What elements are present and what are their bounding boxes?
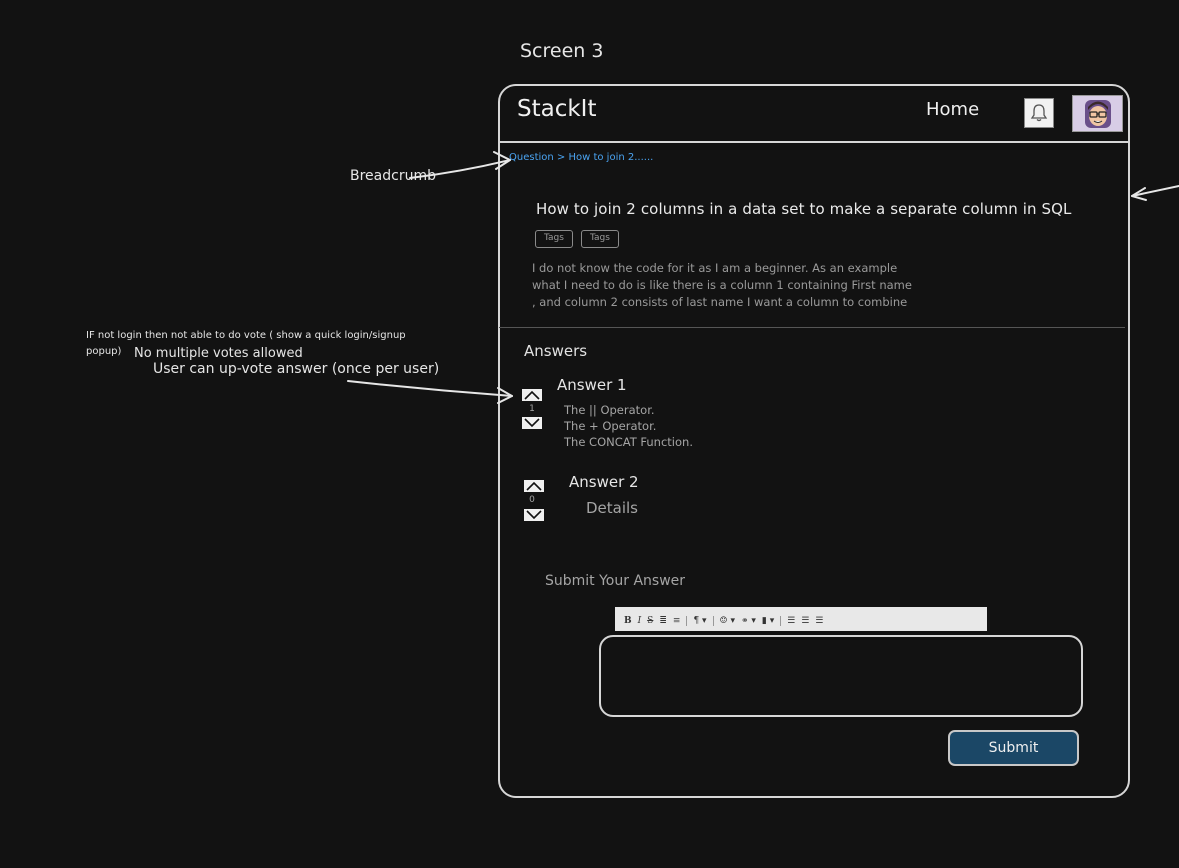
annotation-arrows: [347, 151, 1179, 404]
breadcrumb-arrowhead: [493, 151, 511, 170]
upvote-arrow: [347, 380, 513, 397]
